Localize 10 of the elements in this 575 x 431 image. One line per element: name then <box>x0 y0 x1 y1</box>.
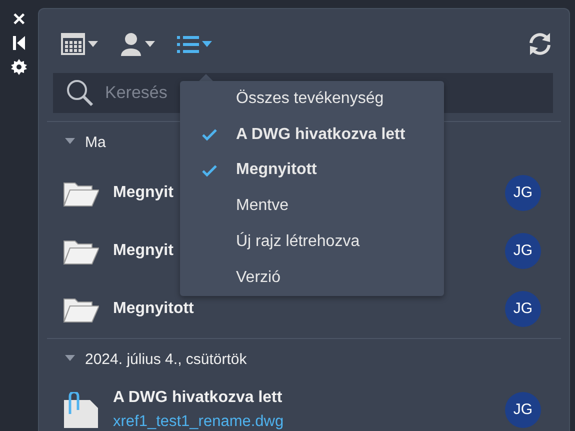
user-avatar: JG <box>505 175 541 211</box>
user-avatar: JG <box>505 233 541 269</box>
group-heading: Ma <box>85 132 106 153</box>
activity-title: A DWG hivatkozva lett <box>113 388 282 408</box>
user-avatar: JG <box>505 291 541 327</box>
activity-title: Megnyit <box>113 241 174 261</box>
activity-title: Megnyitott <box>113 299 194 319</box>
user-avatar: JG <box>505 392 541 428</box>
activity-title: Megnyit <box>113 183 174 203</box>
group-heading: 2024. július 4., csütörtök <box>85 350 247 370</box>
